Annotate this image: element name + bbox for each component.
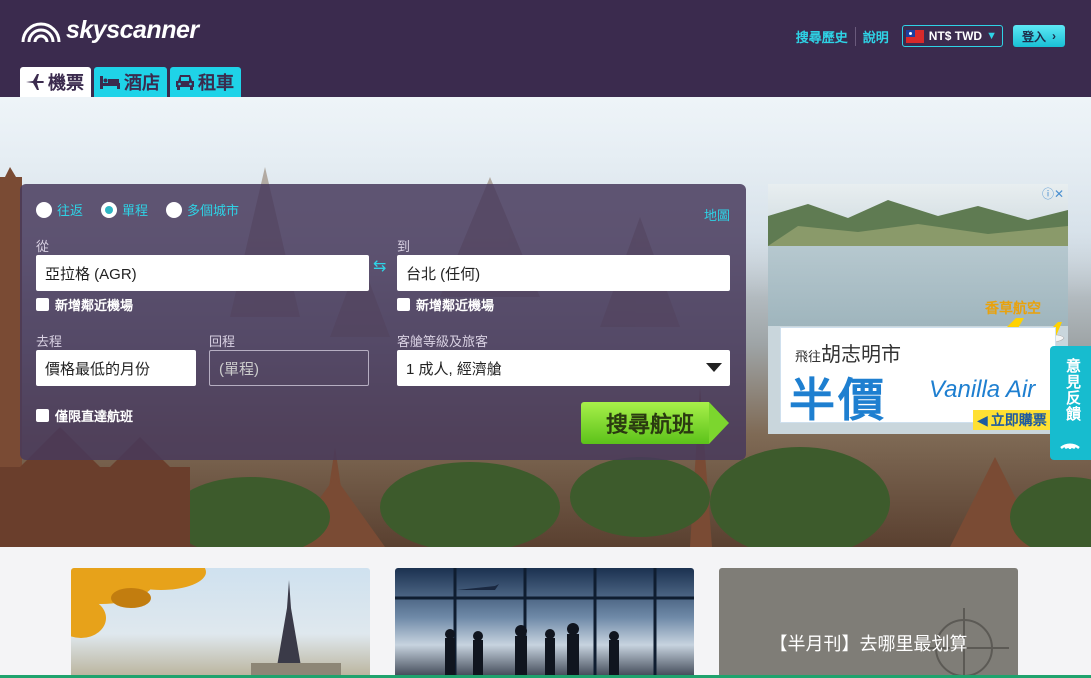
to-nearby-airports-label: 新增鄰近機場 [416, 298, 495, 313]
content-card-paris[interactable] [71, 568, 370, 678]
trip-type-multi-city-label: 多個城市 [187, 203, 240, 218]
from-nearby-airports-checkbox[interactable]: 新增鄰近機場 [36, 295, 133, 314]
radio-button[interactable] [166, 201, 183, 218]
return-label: 回程 [209, 334, 236, 349]
search-flights-button[interactable]: 搜尋航班 [581, 402, 729, 444]
checkbox[interactable] [397, 298, 410, 311]
cabin-travellers-label: 客艙等級及旅客 [397, 334, 489, 349]
to-label: 到 [397, 239, 411, 254]
tab-hotels-label: 酒店 [124, 73, 160, 93]
cabin-travellers-select[interactable]: 1 成人, 經濟艙 [397, 350, 730, 386]
depart-date-input[interactable]: 價格最低的月份 [36, 350, 196, 386]
bed-icon [100, 76, 120, 89]
currency-label: NT$ TWD [928, 29, 983, 43]
ad-brand-english: Vanilla Air [929, 376, 1036, 403]
top-links: 搜尋歷史 說明 NT$ TWD ▼ 登入 › [789, 25, 1065, 47]
caret-down-icon [706, 363, 722, 372]
ad-brand-chinese: 香草航空 [985, 300, 1041, 316]
trip-type-return[interactable]: 往返 [36, 200, 83, 219]
content-card-airport[interactable] [395, 568, 694, 678]
cabin-travellers-value: 1 成人, 經濟艙 [406, 360, 502, 378]
from-label: 從 [36, 239, 50, 254]
search-history-link[interactable]: 搜尋歷史 [789, 26, 856, 46]
checkbox[interactable] [36, 298, 49, 311]
ad-headline: 半價 [789, 374, 887, 426]
login-button[interactable]: 登入 › [1012, 25, 1065, 47]
taiwan-flag-icon [905, 29, 924, 43]
ad-info-close-icon[interactable]: ⓘ✕ [1042, 185, 1064, 202]
content-card-biweekly[interactable]: 【半月刊】去哪里最划算 [719, 568, 1018, 678]
vanilla-air-ad[interactable]: 香草航空 飛往胡志明市 半價 Vanilla Air ◀ 立即購票 ⓘ✕ [768, 184, 1068, 434]
from-input[interactable]: 亞拉格 (AGR) [36, 255, 369, 291]
ad-mountains [768, 200, 1068, 246]
ad-card: 飛往胡志明市 半價 Vanilla Air [780, 327, 1056, 426]
direct-only-label: 僅限直達航班 [55, 409, 134, 424]
logo-text: skyscanner [66, 16, 199, 44]
radio-button-selected[interactable] [101, 201, 118, 218]
product-tabs: 機票 酒店 租車 [20, 67, 244, 97]
ad-route-city: 胡志明市 [821, 344, 902, 366]
feedback-tab[interactable]: 意見反饋 [1050, 346, 1091, 460]
tab-flights[interactable]: 機票 [20, 67, 91, 97]
search-flights-label: 搜尋航班 [605, 412, 694, 437]
depart-label: 去程 [36, 334, 63, 349]
trip-type-return-label: 往返 [57, 203, 84, 218]
trip-type-one-way[interactable]: 單程 [101, 200, 148, 219]
ad-route-prefix: 飛往 [795, 349, 822, 364]
ad-route: 飛往胡志明市 [795, 338, 901, 367]
skyscanner-logo[interactable]: skyscanner [20, 16, 199, 45]
direct-only-checkbox[interactable]: 僅限直達航班 [36, 406, 133, 425]
paris-eiffel-image [71, 568, 341, 678]
chevron-down-icon: ▼ [986, 30, 997, 42]
tab-car-hire-label: 租車 [198, 73, 234, 93]
tab-flights-label: 機票 [48, 73, 84, 93]
flight-search-panel: 往返 單程 多個城市 地圖 從 亞拉格 (AGR) ⇆ 到 台北 (任何) 新增… [20, 184, 746, 460]
car-icon [176, 75, 194, 90]
swap-arrows-icon[interactable]: ⇆ [373, 256, 386, 276]
caret-left-icon: ◀ [977, 411, 988, 428]
checkbox[interactable] [36, 409, 49, 422]
feedback-signal-icon [1060, 443, 1080, 450]
crosshair-icon [924, 608, 1009, 678]
currency-selector[interactable]: NT$ TWD ▼ [901, 25, 1003, 47]
from-nearby-airports-label: 新增鄰近機場 [55, 298, 134, 313]
trip-type-group: 往返 單程 多個城市 [36, 200, 257, 219]
trip-type-one-way-label: 單程 [122, 203, 149, 218]
chevron-right-icon: › [1052, 29, 1056, 43]
tab-hotels[interactable]: 酒店 [94, 67, 167, 97]
feedback-label: 意見反饋 [1064, 358, 1081, 422]
radio-button[interactable] [36, 201, 52, 218]
logo-cloud-icon [21, 22, 61, 42]
airport-window-image [395, 568, 694, 678]
tab-car-hire[interactable]: 租車 [170, 67, 241, 97]
to-input[interactable]: 台北 (任何) [397, 255, 730, 291]
to-nearby-airports-checkbox[interactable]: 新增鄰近機場 [397, 295, 494, 314]
ad-buy-button[interactable]: ◀ 立即購票 [973, 410, 1053, 430]
trip-type-multi-city[interactable]: 多個城市 [166, 200, 239, 219]
ad-buy-label: 立即購票 [990, 412, 1047, 428]
site-header: skyscanner 搜尋歷史 說明 NT$ TWD ▼ 登入 › 機票 酒店 … [0, 0, 1091, 97]
map-link[interactable]: 地圖 [704, 205, 730, 224]
login-label: 登入 [1021, 29, 1046, 44]
content-card-title: 【半月刊】去哪里最划算 [769, 634, 968, 654]
plane-icon [26, 74, 44, 90]
help-link[interactable]: 說明 [856, 27, 896, 46]
return-date-input[interactable]: (單程) [209, 350, 369, 386]
